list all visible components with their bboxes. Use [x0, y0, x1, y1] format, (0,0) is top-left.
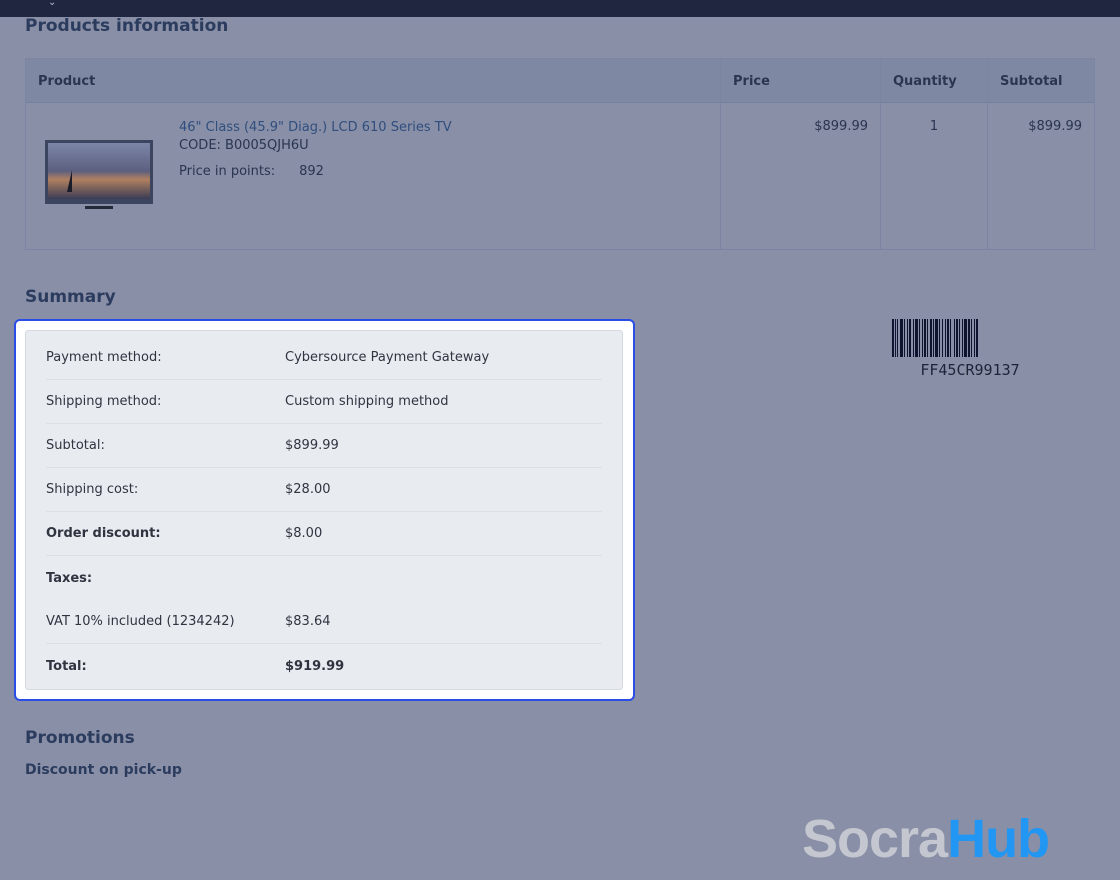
summary-value: Cybersource Payment Gateway: [285, 350, 490, 365]
quantity-cell: 1: [881, 103, 988, 249]
products-heading: Products information: [25, 16, 229, 36]
summary-value: $28.00: [285, 482, 331, 497]
summary-value: $8.00: [285, 526, 323, 541]
summary-value: Custom shipping method: [285, 394, 449, 409]
summary-value: $919.99: [285, 658, 345, 674]
summary-panel: Payment method: Cybersource Payment Gatew…: [25, 330, 623, 690]
points-value: 892: [299, 164, 324, 179]
points-label: Price in points:: [179, 164, 276, 179]
col-quantity: Quantity: [881, 59, 988, 102]
socrahub-logo: SocraHub: [802, 809, 1050, 869]
summary-label: Taxes:: [46, 570, 93, 586]
table-row: 46" Class (45.9" Diag.) LCD 610 Series T…: [26, 103, 1094, 249]
products-table: Product Price Quantity Subtotal 46" Clas…: [25, 58, 1095, 250]
summary-label: Order discount:: [46, 526, 161, 541]
promotions-heading: Promotions: [25, 728, 135, 748]
promotion-name: Discount on pick-up: [25, 762, 182, 778]
summary-label: Subtotal:: [46, 438, 105, 453]
product-image[interactable]: [45, 140, 153, 210]
barcode-text: FF45CR99137: [920, 361, 1020, 379]
chevron-down-icon[interactable]: ⌄: [48, 0, 56, 8]
barcode-image: [892, 319, 1048, 357]
summary-label: Shipping method:: [46, 394, 162, 409]
summary-label: Payment method:: [46, 350, 162, 365]
price-cell: $899.99: [721, 103, 881, 249]
top-bar: ⌄: [0, 0, 1120, 17]
product-code: CODE: B0005QJH6U: [179, 138, 309, 153]
product-name-link[interactable]: 46" Class (45.9" Diag.) LCD 610 Series T…: [179, 119, 452, 137]
summary-heading: Summary: [25, 287, 116, 307]
summary-label: VAT 10% included (1234242): [46, 614, 235, 629]
summary-label: Shipping cost:: [46, 482, 139, 497]
subtotal-cell: $899.99: [1028, 119, 1082, 134]
col-price: Price: [721, 59, 881, 102]
summary-highlight: Payment method: Cybersource Payment Gatew…: [14, 319, 635, 701]
col-product: Product: [26, 59, 721, 102]
summary-value: $899.99: [285, 438, 339, 453]
summary-value: $83.64: [285, 614, 331, 629]
col-subtotal: Subtotal: [1000, 74, 1063, 89]
summary-label: Total:: [46, 658, 87, 674]
